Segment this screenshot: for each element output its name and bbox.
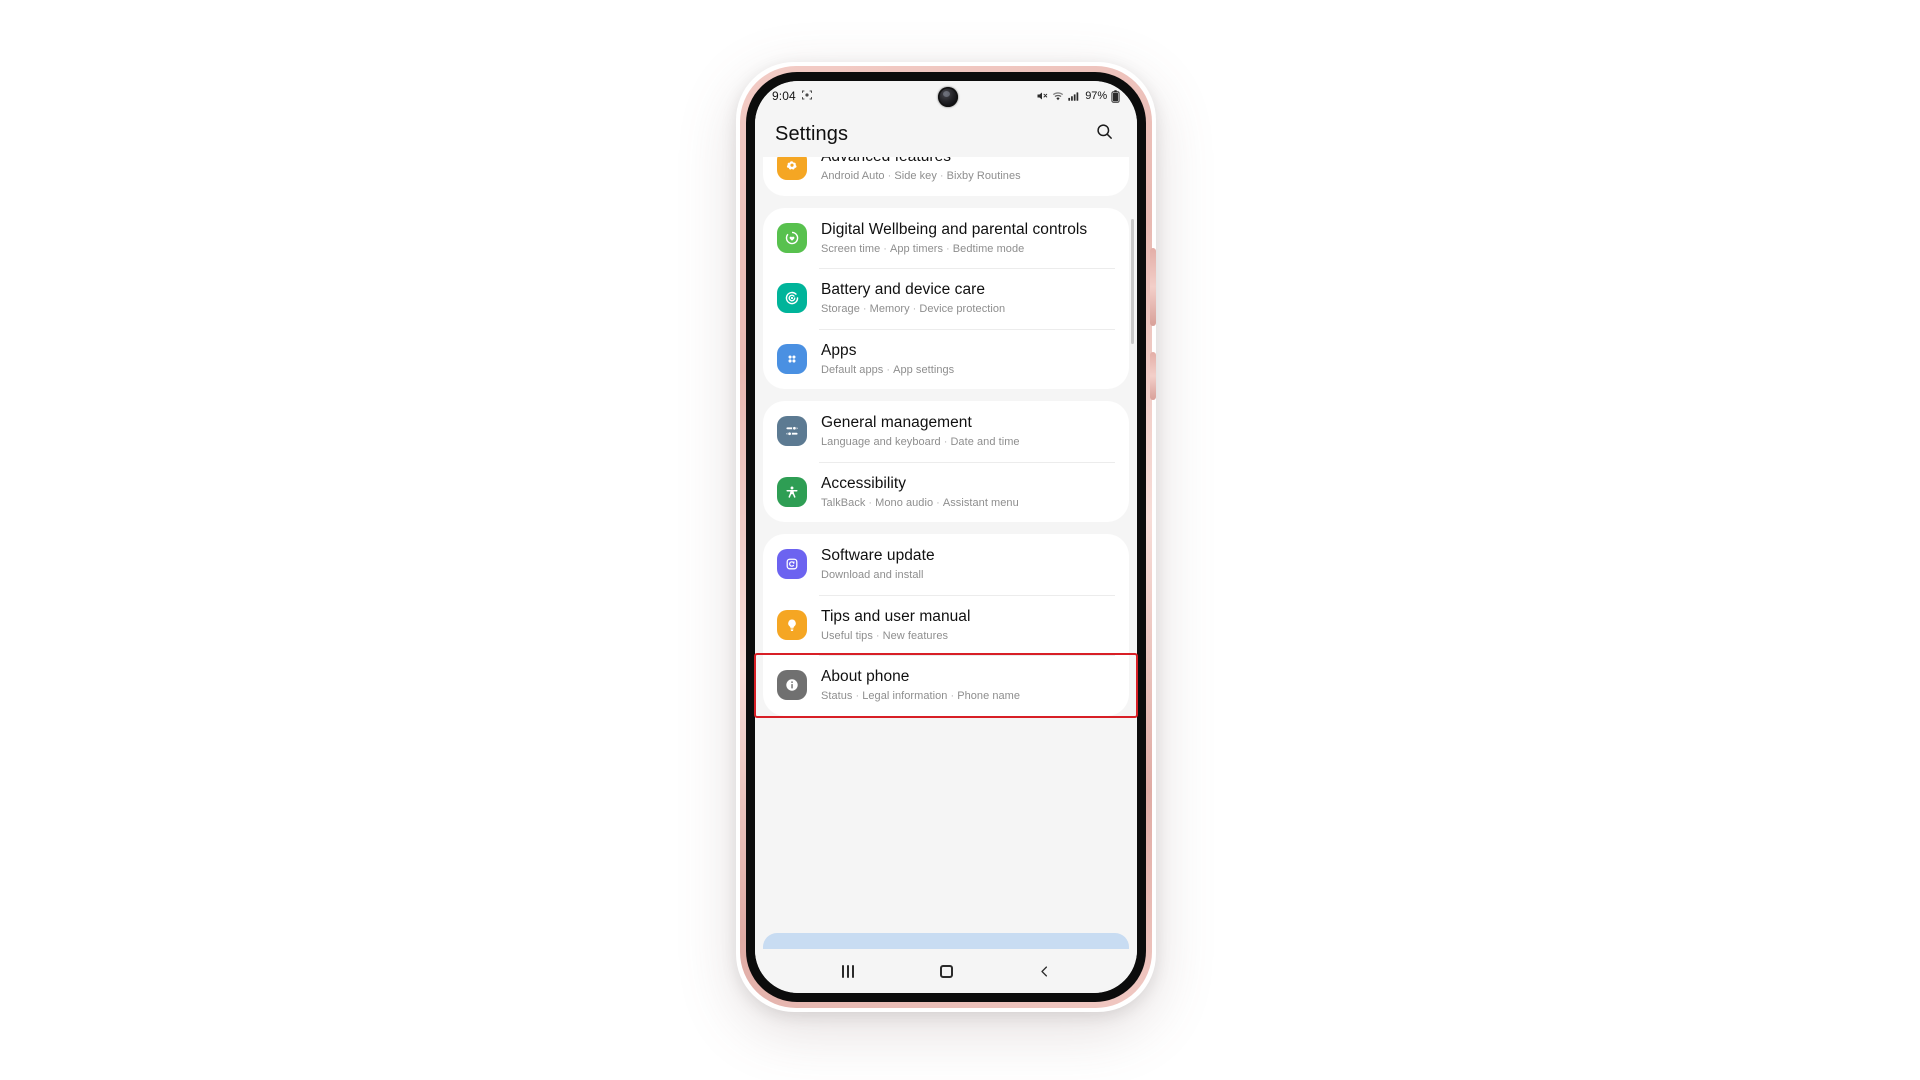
general-management-icon xyxy=(777,416,807,447)
settings-row-advanced-features[interactable]: Advanced features Android Auto·Side key·B… xyxy=(763,157,1129,196)
settings-row-text: About phone Status · Legal information · Phon… xyxy=(821,667,1115,704)
settings-row-subtitle: Useful tips · New features xyxy=(821,629,949,642)
battery-icon xyxy=(1111,89,1120,103)
mute-icon xyxy=(1036,90,1048,102)
software-update-icon xyxy=(777,549,807,580)
settings-row-subtitle: Android Auto · Side key · Bixby Routines xyxy=(821,170,1021,183)
settings-row-text: Battery and device care Storage · Memory · De… xyxy=(821,280,1115,317)
settings-row-title: Software update xyxy=(821,547,935,565)
status-bar-left: 9:04 xyxy=(772,89,813,104)
phone-screen: 9:04 97% Settings Android Auto · Side ke… xyxy=(755,81,1137,993)
settings-list[interactable]: Advanced features Android Auto·Side key·B… xyxy=(755,157,1137,949)
power-button[interactable] xyxy=(1150,352,1156,400)
settings-row-battery-and-device-care[interactable]: Battery and device care Storage · Memory · De… xyxy=(763,268,1129,329)
settings-group: Software update Download and install Tips … xyxy=(763,534,1129,716)
settings-row-apps[interactable]: Apps Default apps · App settings xyxy=(763,328,1129,390)
scrollbar-thumb[interactable] xyxy=(1131,219,1134,344)
navigation-bar xyxy=(755,949,1137,993)
settings-row-accessibility[interactable]: Accessibility TalkBack · Mono audio · Assista… xyxy=(763,461,1129,523)
settings-row-general-management[interactable]: General management Language and keyboard ·… xyxy=(763,401,1129,462)
volume-button[interactable] xyxy=(1150,248,1156,326)
about-phone-icon xyxy=(777,670,807,701)
settings-row-title: Battery and device care xyxy=(821,281,985,299)
settings-row-text: Digital Wellbeing and parental controls S… xyxy=(821,220,1115,257)
next-group-peek xyxy=(763,933,1129,949)
settings-row-subtitle: Default apps · App settings xyxy=(821,363,955,376)
settings-row-text: Apps Default apps · App settings xyxy=(821,341,1115,378)
advanced-features-icon xyxy=(777,157,807,181)
settings-group: Advanced features Android Auto·Side key·B… xyxy=(763,157,1129,196)
settings-row-title: About phone xyxy=(821,668,910,686)
settings-row-tips-and-user-manual[interactable]: Tips and user manual Useful tips · New feat… xyxy=(763,594,1129,656)
digital-wellbeing-icon xyxy=(777,222,807,253)
signal-icon xyxy=(1068,91,1080,102)
apps-icon xyxy=(777,343,807,374)
home-button[interactable] xyxy=(924,956,968,986)
battery-device-care-icon xyxy=(777,283,807,314)
settings-row-title: Tips and user manual xyxy=(821,607,971,625)
settings-row-text: General management Language and keyboard ·… xyxy=(821,413,1115,450)
screen-recorder-icon xyxy=(801,89,813,104)
tips-icon xyxy=(777,609,807,640)
settings-row-subtitle: TalkBack · Mono audio · Assistant menu xyxy=(821,496,1019,509)
battery-percent-label: 97% xyxy=(1085,90,1107,102)
settings-row-about-phone[interactable]: About phone Status · Legal information · Phon… xyxy=(763,655,1129,716)
settings-row-text: Advanced features Android Auto·Side key·B… xyxy=(821,157,1115,184)
back-icon xyxy=(1037,964,1052,979)
app-bar-actions xyxy=(1089,119,1119,149)
status-bar-right: 97% xyxy=(1036,89,1120,103)
settings-row-subtitle: Screen time · App timers · Bedtime mode xyxy=(821,242,1025,255)
app-bar: Settings xyxy=(755,111,1137,157)
settings-row-text: Tips and user manual Useful tips · New feat… xyxy=(821,607,1115,644)
recents-icon xyxy=(842,964,854,978)
settings-row-subtitle: Status · Legal information · Phone name xyxy=(821,690,1021,703)
accessibility-icon xyxy=(777,476,807,507)
settings-row-subtitle: Download and install xyxy=(821,569,924,582)
settings-row-text: Software update Download and install xyxy=(821,546,1115,583)
settings-row-subtitle: Storage · Memory · Device protection xyxy=(821,303,1006,316)
settings-row-digital-wellbeing-and-parental-controls[interactable]: Digital Wellbeing and parental controls S… xyxy=(763,208,1129,269)
settings-row-title: General management xyxy=(821,414,972,432)
wifi-icon xyxy=(1052,91,1064,102)
screenshot-canvas: 9:04 97% Settings Android Auto · Side ke… xyxy=(0,0,1920,1080)
settings-group: General management Language and keyboard ·… xyxy=(763,401,1129,523)
search-icon xyxy=(1095,122,1114,146)
recents-button[interactable] xyxy=(826,956,870,986)
settings-row-software-update[interactable]: Software update Download and install xyxy=(763,534,1129,595)
back-button[interactable] xyxy=(1022,956,1066,986)
search-button[interactable] xyxy=(1089,119,1119,149)
page-title: Settings xyxy=(775,122,849,145)
settings-row-title: Advanced features xyxy=(821,157,1115,166)
front-camera-icon xyxy=(938,87,958,107)
settings-row-title: Apps xyxy=(821,341,857,359)
settings-row-subtitle: Language and keyboard · Date and time xyxy=(821,436,1020,449)
settings-row-title: Accessibility xyxy=(821,474,907,492)
settings-list-content: Advanced features Android Auto·Side key·B… xyxy=(755,157,1137,728)
home-icon xyxy=(939,964,953,978)
settings-row-title: Digital Wellbeing and parental controls xyxy=(821,220,1088,238)
status-bar-clock: 9:04 xyxy=(772,89,796,103)
settings-row-text: Accessibility TalkBack · Mono audio · Assista… xyxy=(821,474,1115,511)
settings-group: Digital Wellbeing and parental controls S… xyxy=(763,207,1129,390)
